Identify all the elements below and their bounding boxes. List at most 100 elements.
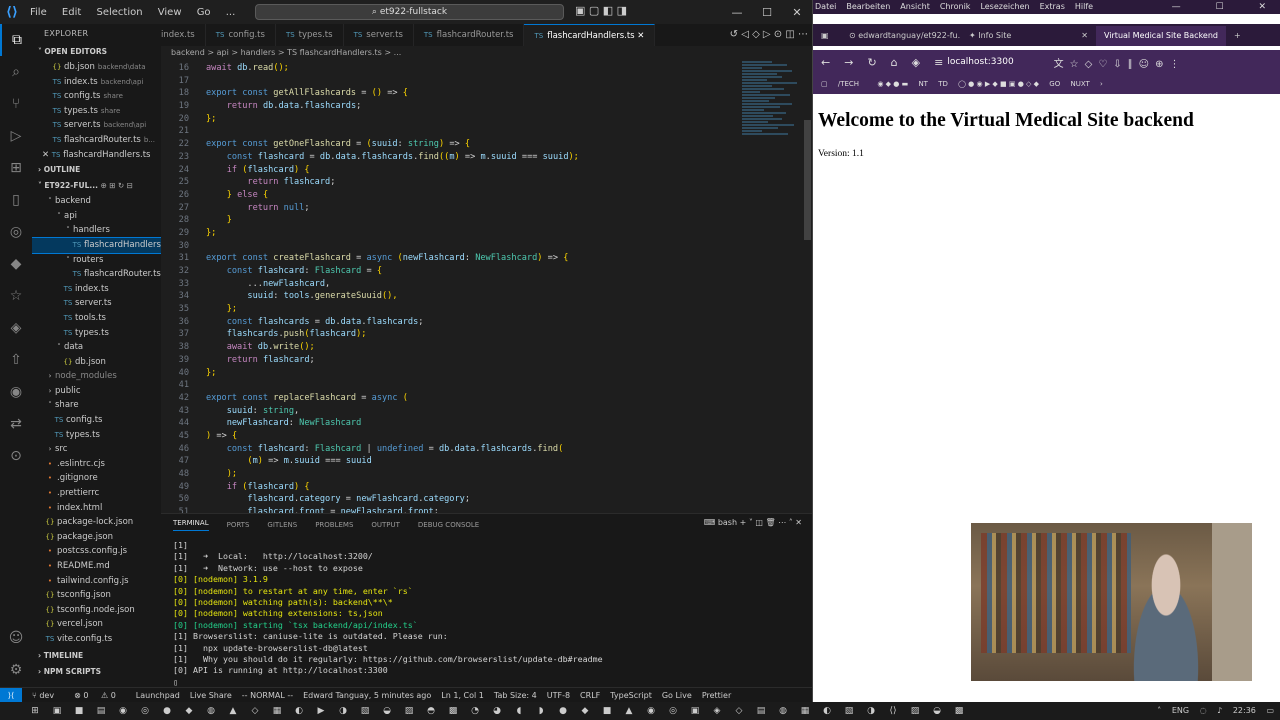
outline-header[interactable]: › OUTLINE <box>32 162 161 178</box>
status-go-live[interactable]: Go Live <box>662 688 692 702</box>
taskbar-app-icon[interactable]: ● <box>552 706 574 716</box>
taskbar-app-icon[interactable]: ◐ <box>816 706 838 716</box>
tree-file[interactable]: {} tsconfig.json <box>32 588 161 603</box>
minimap[interactable] <box>742 60 802 190</box>
open-editor-item[interactable]: TS config.ts share <box>32 89 161 104</box>
command-center-search[interactable]: ⌕ et922-fullstack <box>255 4 564 20</box>
tray-volume-icon[interactable]: ♪ <box>1217 706 1222 715</box>
tree-file[interactable]: • tailwind.config.js <box>32 574 161 589</box>
editor-actions[interactable]: ↺ ◁ ◇ ▷ ⊙ ◫ ⋯ <box>725 24 808 46</box>
open-editor-item[interactable]: TS server.ts backend\api <box>32 118 161 133</box>
tree-file[interactable]: {} vercel.json <box>32 617 161 632</box>
tree-folder[interactable]: › src <box>32 442 161 457</box>
tree-folder[interactable]: ˅ routers <box>32 253 161 268</box>
bookmark-more-icons[interactable]: ◯ ● ◉ ▶ ◆ ■ ▣ ● ◇ ◆ <box>958 80 1039 88</box>
minimize-icon[interactable]: — <box>722 6 752 19</box>
browser-tab-backend[interactable]: Virtual Medical Site Backend ✕ <box>1096 26 1226 46</box>
editor-scrollbar[interactable] <box>802 60 812 513</box>
split-terminal-icon[interactable]: ◫ <box>755 518 765 527</box>
status-blame[interactable]: Edward Tanguay, 5 minutes ago <box>303 688 431 702</box>
open-editor-item[interactable]: {} db.json backend\data <box>32 60 161 75</box>
status-eol[interactable]: CRLF <box>580 688 600 702</box>
timeline-header[interactable]: › TIMELINE <box>32 648 161 664</box>
tab-server[interactable]: TS server.ts <box>344 24 414 46</box>
bookmark-nuxt[interactable]: NUXT <box>1070 80 1089 88</box>
taskbar-app-icon[interactable]: ◈ <box>706 706 728 716</box>
tab-index[interactable]: index.ts <box>161 24 206 46</box>
run-debug-icon[interactable]: ▷ <box>0 120 32 152</box>
new-tab-icon[interactable]: + <box>1226 26 1249 46</box>
tab-flashcard-handlers[interactable]: TS flashcardHandlers.ts ✕ <box>524 24 656 46</box>
tree-file[interactable]: {} package.json <box>32 530 161 545</box>
tree-file[interactable]: • .prettierrc <box>32 486 161 501</box>
taskbar-app-icon[interactable]: ◇ <box>244 706 266 716</box>
tree-file[interactable]: TS index.ts <box>32 282 161 297</box>
timeline-icon[interactable]: ⊙ <box>0 440 32 472</box>
taskbar-app-icon[interactable]: ◐ <box>288 706 310 716</box>
tree-folder[interactable]: ˅ data <box>32 340 161 355</box>
tree-file[interactable]: TS flashcardRouter.ts <box>32 267 161 282</box>
more-actions-icon[interactable]: ⋯ ˄ <box>778 518 795 527</box>
notification-icon[interactable]: ▭ <box>1266 706 1274 715</box>
breadcrumb[interactable]: backend > api > handlers > TS flashcardH… <box>161 46 812 60</box>
taskbar-app-icon[interactable]: ▤ <box>750 706 772 716</box>
status-problems[interactable]: ⊗ 0 ⚠ 0 <box>74 688 126 702</box>
open-editor-item[interactable]: TS flashcardRouter.ts b... <box>32 133 161 148</box>
menu-extras[interactable]: Extras <box>1040 0 1065 14</box>
taskbar-app-icon[interactable]: ▲ <box>618 706 640 716</box>
tab-ports[interactable]: PORTS <box>227 521 250 529</box>
tree-file[interactable]: TS server.ts <box>32 296 161 311</box>
taskbar-app-icon[interactable]: ◍ <box>200 706 222 716</box>
taskbar-app-icon[interactable]: ▣ <box>684 706 706 716</box>
taskbar-app-icon[interactable]: ▦ <box>794 706 816 716</box>
deploy-icon[interactable]: ⇧ <box>0 344 32 376</box>
status-launchpad[interactable]: Launchpad <box>136 688 180 702</box>
tree-file[interactable]: {} tsconfig.node.json <box>32 603 161 618</box>
browser-maximize-icon[interactable]: ☐ <box>1216 2 1224 12</box>
tree-file[interactable]: TS types.ts <box>32 428 161 443</box>
taskbar-app-icon[interactable]: ▣ <box>46 706 68 716</box>
taskbar-app-icon[interactable]: ◑ <box>332 706 354 716</box>
menu-edit[interactable]: Edit <box>62 7 81 18</box>
back-icon[interactable]: ← <box>821 56 830 69</box>
status-position[interactable]: Ln 1, Col 1 <box>441 688 484 702</box>
taskbar-chrome-icon[interactable]: ◎ <box>134 706 156 716</box>
menu-lesezeichen[interactable]: Lesezeichen <box>980 0 1029 14</box>
source-control-icon[interactable]: ⑂ <box>0 88 32 120</box>
reload-icon[interactable]: ↻ <box>867 56 876 69</box>
tree-file[interactable]: TS config.ts <box>32 413 161 428</box>
close-panel-icon[interactable]: ✕ <box>795 518 802 527</box>
tree-folder[interactable]: ˅ api <box>32 209 161 224</box>
taskbar-app-icon[interactable]: ◒ <box>376 706 398 716</box>
taskbar-app-icon[interactable]: ◎ <box>662 706 684 716</box>
search-view-icon[interactable]: ⌕ <box>0 56 32 88</box>
bookmark-td[interactable]: TD <box>938 80 948 88</box>
forward-icon[interactable]: → <box>844 56 853 69</box>
remote-indicator-icon[interactable]: ⟩⟨ <box>0 688 22 702</box>
status-encoding[interactable]: UTF-8 <box>547 688 570 702</box>
gitlens-icon[interactable]: ◉ <box>0 376 32 408</box>
python-icon[interactable]: ◈ <box>0 312 32 344</box>
tree-file[interactable]: • README.md <box>32 559 161 574</box>
menu-file[interactable]: File <box>30 7 47 18</box>
taskbar-app-icon[interactable]: ◍ <box>772 706 794 716</box>
tab-flashcard-router[interactable]: TS flashcardRouter.ts <box>414 24 525 46</box>
taskbar-app-icon[interactable]: ▤ <box>90 706 112 716</box>
tree-file[interactable]: • postcss.config.js <box>32 544 161 559</box>
tree-folder[interactable]: › node_modules <box>32 369 161 384</box>
taskbar-firefox-icon[interactable]: ◉ <box>112 706 134 716</box>
taskbar-app-icon[interactable]: ◇ <box>728 706 750 716</box>
menu-datei[interactable]: Datei <box>815 0 836 14</box>
tab-output[interactable]: OUTPUT <box>371 521 400 529</box>
taskbar-app-icon[interactable]: ◗ <box>530 706 552 716</box>
tree-file[interactable]: TSflashcardHandlers.ts <box>32 236 161 254</box>
bookmark-tech[interactable]: /TECH <box>838 80 867 88</box>
taskbar-vscode-icon[interactable]: ⟨⟩ <box>882 706 904 716</box>
menu-selection[interactable]: Selection <box>96 7 142 18</box>
docker-icon[interactable]: ◆ <box>0 248 32 280</box>
kill-terminal-icon[interactable]: 🗑 <box>766 518 779 527</box>
tab-list-icon[interactable]: ▣ <box>813 26 841 46</box>
taskbar-app-icon[interactable]: ◉ <box>640 706 662 716</box>
taskbar-app-icon[interactable]: ▨ <box>398 706 420 716</box>
bookmarks-icon[interactable]: ▯ <box>0 184 32 216</box>
